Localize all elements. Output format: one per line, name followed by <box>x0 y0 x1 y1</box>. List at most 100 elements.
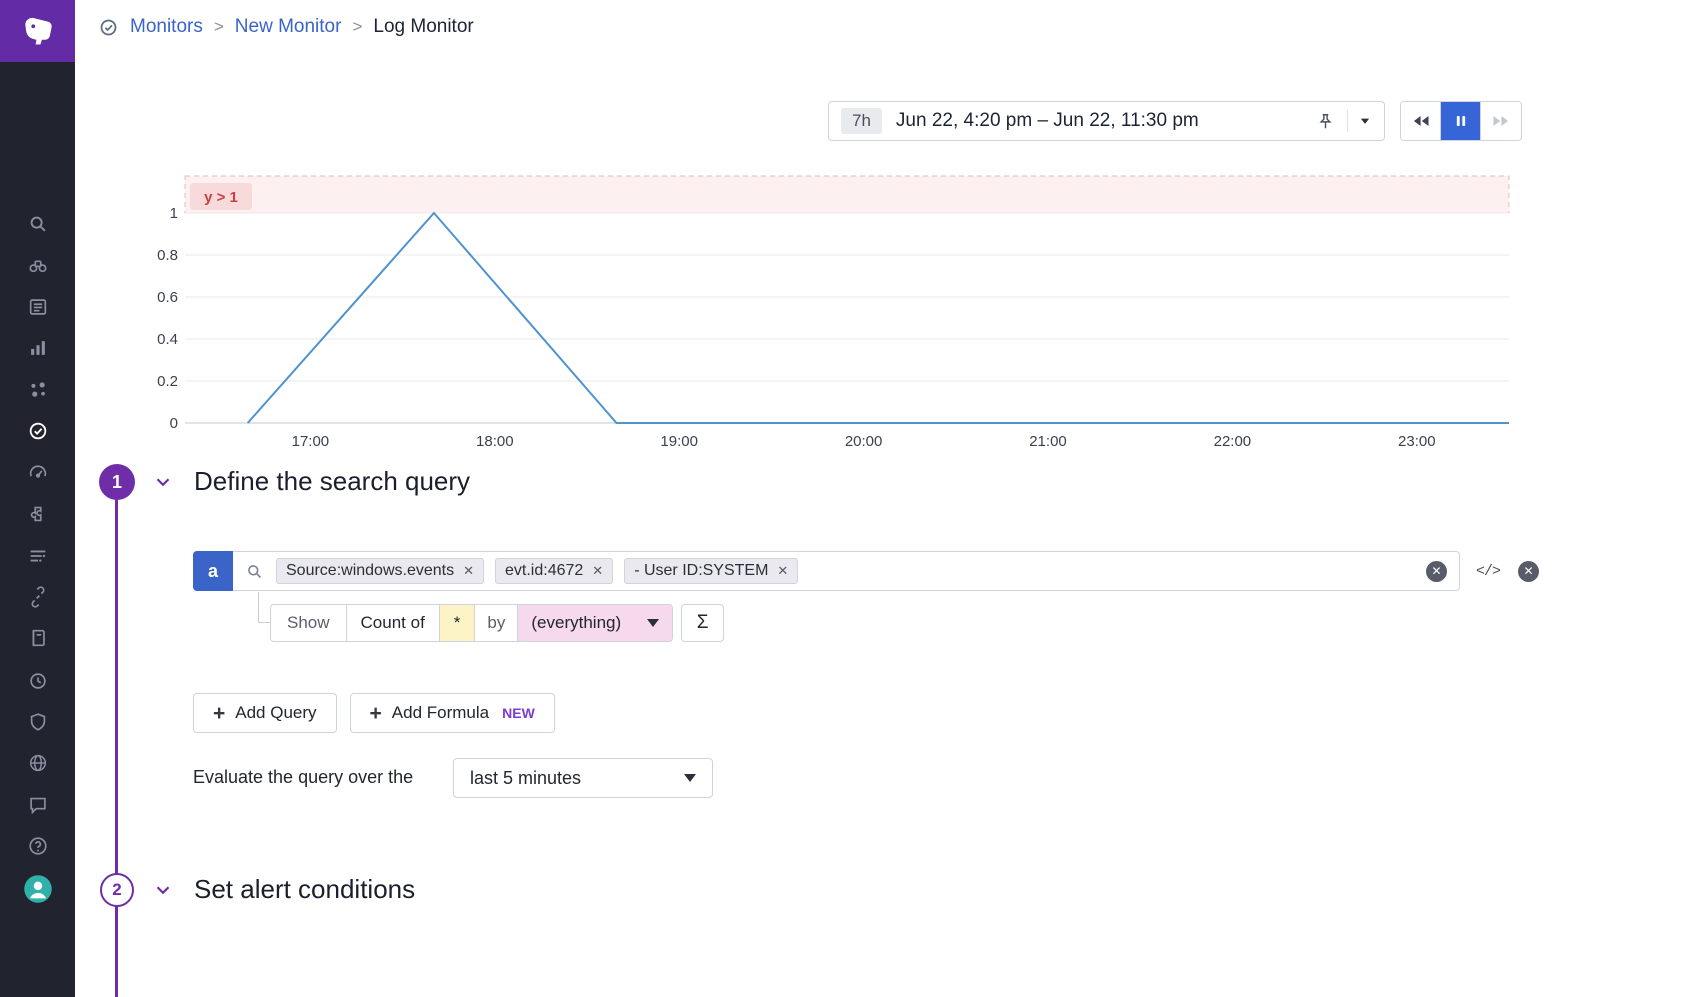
step-2-badge: 2 <box>100 873 134 907</box>
sigma-button[interactable]: Σ <box>681 604 724 642</box>
sidebar-item-notebooks[interactable] <box>0 624 75 652</box>
sidebar-item-metrics[interactable] <box>0 334 75 362</box>
sidebar-item-apm[interactable] <box>0 458 75 486</box>
code-view-icon[interactable]: </> <box>1476 563 1500 580</box>
plus-icon: + <box>213 703 225 724</box>
query-letter-badge: a <box>193 551 233 591</box>
sidebar-item-infrastructure[interactable] <box>0 376 75 404</box>
query-tag-evt-id[interactable]: evt.id:4672 ✕ <box>495 558 613 584</box>
time-range-chevron-down-icon[interactable] <box>1358 114 1372 128</box>
remove-query-row-icon[interactable]: ✕ <box>1518 561 1539 582</box>
clear-query-icon[interactable]: ✕ <box>1426 561 1447 582</box>
group-by-value: (everything) <box>531 613 621 633</box>
x-tick-label: 23:00 <box>1398 433 1436 450</box>
query-row: a Source:windows.events ✕ evt.id:4672 ✕ … <box>193 551 1539 591</box>
evaluation-window-select[interactable]: last 5 minutes <box>453 758 713 798</box>
rewind-icon <box>1411 111 1431 131</box>
gauge-icon <box>27 461 49 483</box>
query-display-controls: Show Count of * by (everything) <box>270 604 673 642</box>
remove-tag-icon[interactable]: ✕ <box>777 563 788 579</box>
log-monitor-page: Monitors > New Monitor > Log Monitor 7h … <box>0 0 1694 997</box>
datadog-logo[interactable] <box>0 0 75 62</box>
remove-tag-icon[interactable]: ✕ <box>463 563 474 579</box>
chevron-down-icon <box>647 619 659 627</box>
query-show-connector <box>258 592 270 623</box>
forward-icon <box>1491 111 1511 131</box>
y-tick-label: 0.8 <box>157 247 178 264</box>
y-tick-label: 0 <box>170 415 178 432</box>
breadcrumb-log-monitor: Log Monitor <box>373 16 473 38</box>
new-badge: NEW <box>502 705 535 721</box>
pipelines-icon <box>27 545 49 567</box>
rewind-button[interactable] <box>1401 102 1441 140</box>
user-avatar[interactable] <box>0 875 75 903</box>
sidebar-item-help[interactable] <box>0 832 75 860</box>
by-label: by <box>474 605 517 641</box>
step-1-title: Define the search query <box>194 466 470 497</box>
sidebar-item-synthetics[interactable] <box>0 749 75 777</box>
x-tick-label: 18:00 <box>476 433 514 450</box>
pin-icon[interactable] <box>1316 112 1335 131</box>
shield-icon <box>27 711 49 733</box>
chevron-down-icon <box>684 774 696 782</box>
puzzle-icon <box>27 503 49 525</box>
bar-chart-icon <box>27 337 49 359</box>
x-tick-label: 21:00 <box>1029 433 1067 450</box>
avatar-icon <box>23 874 53 904</box>
evaluate-label: Evaluate the query over the <box>193 767 413 788</box>
query-tag-label: Source:windows.events <box>286 562 454 580</box>
clock-circle-icon <box>27 670 49 692</box>
x-tick-label: 20:00 <box>845 433 883 450</box>
step-connector-line <box>115 498 118 997</box>
datadog-dog-icon <box>17 12 59 50</box>
sidebar-item-feedback[interactable] <box>0 791 75 819</box>
breadcrumb-separator: > <box>214 17 224 37</box>
y-tick-label: 0.6 <box>157 289 178 306</box>
events-list-icon <box>27 296 49 318</box>
breadcrumb-monitors[interactable]: Monitors <box>130 16 203 38</box>
pause-button[interactable] <box>1441 102 1481 140</box>
divider <box>1347 110 1348 132</box>
search-query-input[interactable]: Source:windows.events ✕ evt.id:4672 ✕ - … <box>233 551 1460 591</box>
step-2-title: Set alert conditions <box>194 874 415 905</box>
sidebar-item-pipelines[interactable] <box>0 542 75 570</box>
query-tag-source[interactable]: Source:windows.events ✕ <box>276 558 484 584</box>
query-tag-user-id[interactable]: - User ID:SYSTEM ✕ <box>624 558 798 584</box>
search-icon <box>27 213 49 235</box>
sidebar-item-service-map[interactable] <box>0 583 75 611</box>
group-by-select[interactable]: (everything) <box>517 605 672 641</box>
step-2-collapse-chevron-icon[interactable] <box>152 879 174 901</box>
sidebar-item-search[interactable] <box>0 210 75 238</box>
monitor-preview-chart: 00.20.40.60.8117:0018:0019:0020:0021:002… <box>140 170 1520 460</box>
query-tag-label: - User ID:SYSTEM <box>634 562 768 580</box>
sidebar-item-integrations[interactable] <box>0 500 75 528</box>
time-range-picker[interactable]: 7h Jun 22, 4:20 pm – Jun 22, 11:30 pm <box>828 101 1385 141</box>
x-tick-label: 19:00 <box>660 433 698 450</box>
sidebar-item-events[interactable] <box>0 293 75 321</box>
add-formula-label: Add Formula <box>392 703 489 723</box>
aggregation-select[interactable]: Count of <box>346 605 439 641</box>
breadcrumb-new-monitor[interactable]: New Monitor <box>235 16 342 38</box>
binoculars-icon <box>27 254 49 276</box>
y-tick-label: 0.4 <box>157 331 178 348</box>
step-1-collapse-chevron-icon[interactable] <box>152 471 174 493</box>
sidebar-item-security[interactable] <box>0 708 75 736</box>
sidebar-item-monitors[interactable] <box>0 417 75 445</box>
search-icon <box>245 562 264 581</box>
help-icon <box>27 835 49 857</box>
forward-button[interactable] <box>1481 102 1521 140</box>
sidebar-item-ci[interactable] <box>0 667 75 695</box>
step-1-badge: 1 <box>99 464 135 500</box>
add-query-button[interactable]: + Add Query <box>193 693 337 733</box>
show-row: Show Count of * by (everything) Σ <box>270 604 724 642</box>
series-line <box>248 213 1509 423</box>
measure-select[interactable]: * <box>439 605 475 641</box>
link-icon <box>27 586 49 608</box>
add-query-label: Add Query <box>235 703 316 723</box>
breadcrumb: Monitors > New Monitor > Log Monitor <box>98 13 474 41</box>
remove-tag-icon[interactable]: ✕ <box>592 563 603 579</box>
chat-bubble-icon <box>27 794 49 816</box>
add-formula-button[interactable]: + Add Formula NEW <box>350 693 555 733</box>
globe-icon <box>27 752 49 774</box>
sidebar-item-watchdog[interactable] <box>0 251 75 279</box>
